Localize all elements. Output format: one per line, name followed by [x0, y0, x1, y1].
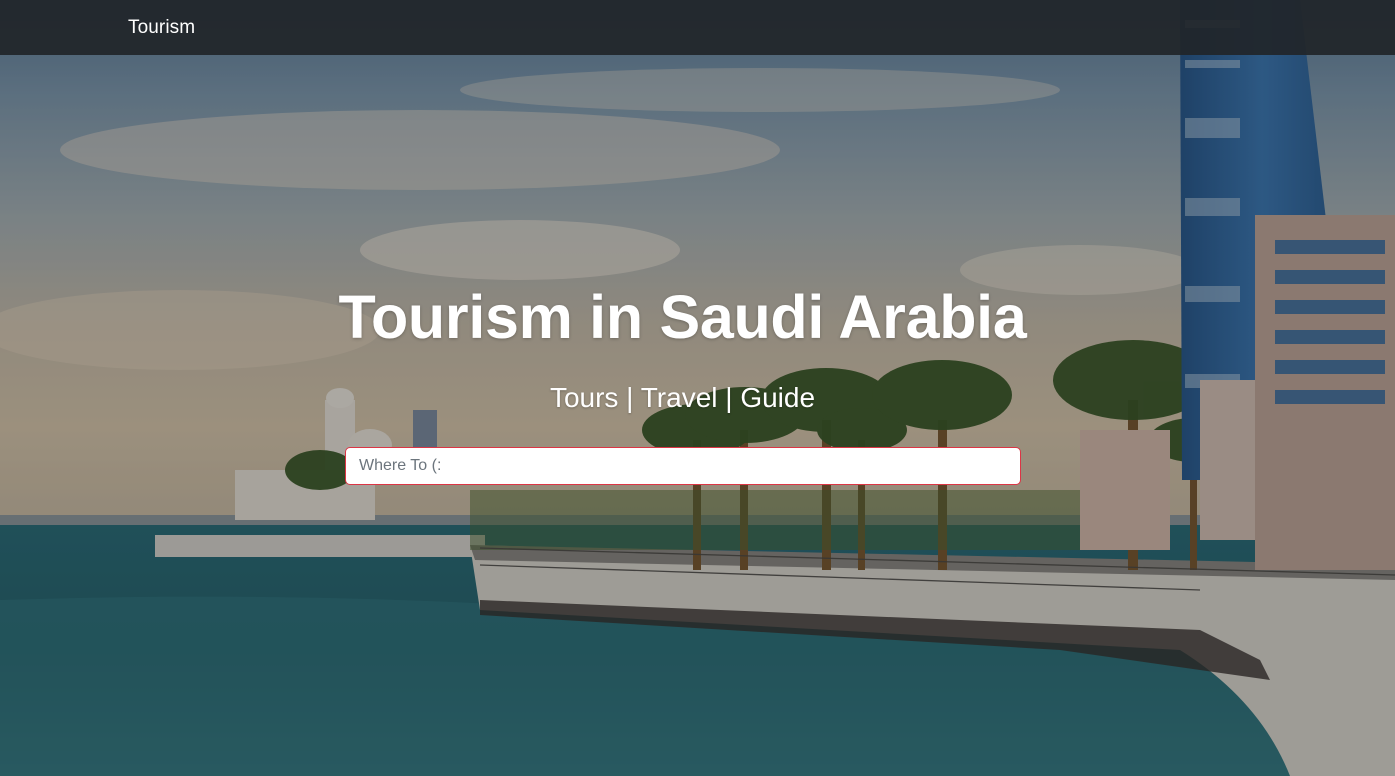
hero-title: Tourism in Saudi Arabia — [338, 283, 1027, 351]
hero-section: Tourism in Saudi Arabia Tours | Travel |… — [0, 0, 1395, 776]
destination-search-input[interactable] — [345, 447, 1021, 485]
page: Tourism Tourism in Saudi Arabia Tours | … — [0, 0, 1395, 776]
hero-subtitle: Tours | Travel | Guide — [549, 382, 816, 413]
